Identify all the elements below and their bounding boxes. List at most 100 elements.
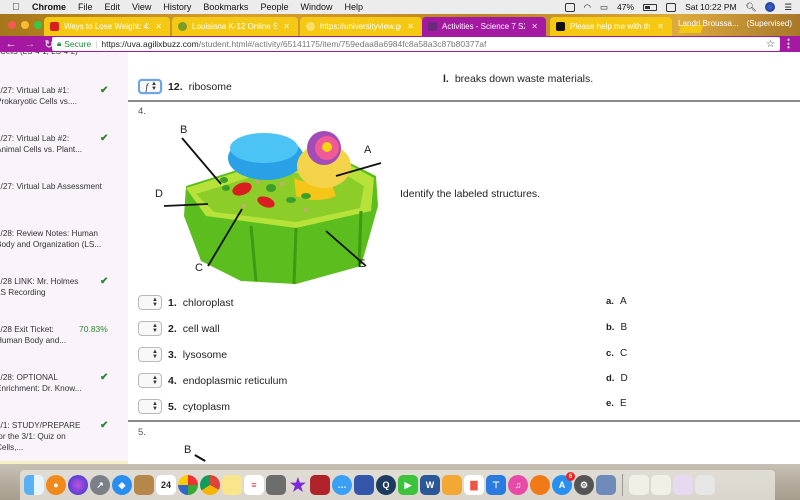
tab-louisiana-k12[interactable]: Louisiana K-12 Online Schoo ✕	[172, 17, 298, 36]
menu-edit[interactable]: Edit	[105, 2, 121, 12]
minimized-window-thumb[interactable]	[629, 475, 649, 495]
siri-app-icon[interactable]	[68, 475, 88, 495]
finder-icon[interactable]	[24, 475, 44, 495]
lca-favicon-icon	[178, 22, 187, 31]
score-badge: 70.83%	[79, 324, 108, 334]
launchpad-icon[interactable]: ↗	[90, 475, 110, 495]
sidebar-item[interactable]: 2/28 Exit Ticket: Human Body and... 70.8…	[0, 324, 124, 346]
answer-select-3[interactable]: ▲ ▼	[138, 347, 162, 362]
back-button[interactable]: ←	[3, 38, 19, 50]
word-icon[interactable]: W	[420, 475, 440, 495]
menu-app-name[interactable]: Chrome	[32, 2, 66, 12]
quicktime-icon[interactable]: Q	[376, 475, 396, 495]
vpn-keyhole-icon[interactable]: ●	[46, 475, 66, 495]
safari-icon[interactable]: ◈	[112, 475, 132, 495]
contacts-icon[interactable]	[134, 475, 154, 495]
address-bar[interactable]: 🔒︎ Secure | https://uva.agilixbuzz.com/s…	[52, 37, 780, 51]
chrome-icon[interactable]	[200, 475, 220, 495]
buzz-favicon-icon	[428, 22, 437, 31]
close-tab-icon[interactable]: ✕	[407, 22, 414, 31]
preview-icon[interactable]	[596, 475, 616, 495]
close-window-button[interactable]	[8, 21, 16, 29]
keynote-icon[interactable]: ⊤	[486, 475, 506, 495]
diagram-label-e: E	[358, 258, 366, 270]
system-preferences-icon[interactable]: ⚙	[574, 475, 594, 495]
sidebar-item[interactable]: 2/28 LINK: Mr. Holmes LS Recording ✔	[0, 276, 124, 298]
menu-window[interactable]: Window	[300, 2, 332, 12]
answer-select-12[interactable]: f ▲ ▼	[138, 79, 162, 94]
menu-view[interactable]: View	[132, 2, 151, 12]
select-arrows-icon: ▲ ▼	[152, 296, 158, 308]
match-row: ▲ ▼ 3. lysosome	[138, 347, 227, 362]
tab-lose-weight[interactable]: Ways to Lose Weight: 42 Fas ✕	[44, 17, 170, 36]
clock[interactable]: Sat 10:22 PM	[685, 2, 737, 12]
sidebar-item[interactable]: 2/27: Virtual Lab #1: Prokaryotic Cells …	[0, 85, 124, 107]
calendar-icon[interactable]: 24	[156, 475, 176, 495]
itunes-icon[interactable]: ♫	[508, 475, 528, 495]
ibooks-icon[interactable]	[530, 475, 550, 495]
sidebar-item[interactable]: 2/28: OPTIONAL Enrichment: Dr. Know... ✔	[0, 372, 124, 394]
close-tab-icon[interactable]: ✕	[657, 22, 664, 31]
forward-button[interactable]: →	[22, 38, 38, 50]
menu-history[interactable]: History	[163, 2, 191, 12]
tab-brainly[interactable]: Please help me with this!! - B ✕	[550, 17, 672, 36]
sidebar-item[interactable]: 3/1: STUDY/PREPARE for the 3/1: Quiz on …	[0, 420, 124, 453]
match-row: ▲ ▼ 4. endoplasmic reticulum	[138, 373, 287, 388]
trash-icon[interactable]	[695, 475, 715, 495]
notes-icon[interactable]	[222, 475, 242, 495]
answer-select-1[interactable]: ▲ ▼	[138, 295, 162, 310]
siri-icon[interactable]	[765, 2, 776, 12]
minimized-window-thumb[interactable]	[651, 475, 671, 495]
sidebar-item[interactable]: 2/27: Virtual Lab #2: Animal Cells vs. P…	[0, 133, 124, 155]
wifi-icon[interactable]: ◠	[584, 2, 591, 13]
answer-select-4[interactable]: ▲ ▼	[138, 373, 162, 388]
tab-universityview[interactable]: https://universityview.gen ✕	[300, 17, 422, 36]
answer-option: e. E	[606, 398, 627, 409]
app-store-icon[interactable]: A6	[552, 472, 575, 495]
tab-activities-science[interactable]: Activities - Science 7 S2 - 3/1 ✕	[422, 17, 546, 36]
close-tab-icon[interactable]: ✕	[283, 22, 290, 31]
close-tab-icon[interactable]: ✕	[155, 22, 162, 31]
minimized-window-thumb[interactable]	[673, 475, 693, 495]
match-row: ▲ ▼ 5. cytoplasm	[138, 399, 230, 414]
self-service-icon[interactable]	[354, 475, 374, 495]
battery-icon[interactable]	[643, 3, 658, 11]
apple-menu-icon[interactable]: 	[12, 2, 22, 13]
sidebar-item-cut-off[interactable]: Cells (LS-4-1, LS-4-2)	[0, 52, 78, 56]
menu-file[interactable]: File	[78, 2, 93, 12]
answer-select-2[interactable]: ▲ ▼	[138, 321, 162, 336]
screen-icon[interactable]	[666, 2, 677, 12]
messages-icon[interactable]: …	[332, 475, 352, 495]
select-arrows-icon: ▲ ▼	[152, 400, 158, 412]
lock-icon[interactable]: 🔒︎	[57, 39, 61, 49]
menu-help[interactable]: Help	[344, 2, 363, 12]
answer-option-l: l. breaks down waste materials.	[443, 73, 594, 85]
profile-button[interactable]: Landri Broussa... (Supervised)	[678, 19, 792, 28]
imovie-icon[interactable]: ★	[288, 475, 308, 495]
bulb-favicon-icon	[306, 22, 315, 31]
photo-booth-icon[interactable]	[178, 475, 198, 495]
close-tab-icon[interactable]: ✕	[531, 22, 538, 31]
facetime-icon[interactable]: ▶	[398, 475, 418, 495]
bookmark-star-icon[interactable]: ☆	[766, 39, 775, 50]
photo-booth-camera-icon[interactable]	[310, 475, 330, 495]
dock-separator	[622, 474, 623, 496]
menu-bookmarks[interactable]: Bookmarks	[203, 2, 248, 12]
minimize-window-button[interactable]	[21, 21, 29, 29]
answer-option: b. B	[606, 322, 628, 333]
spotlight-search-icon[interactable]: 🔍︎	[746, 2, 757, 13]
zoom-window-button[interactable]	[34, 21, 42, 29]
sidebar-item[interactable]: 2/27: Virtual Lab Assessment	[0, 181, 124, 192]
screenshot-utility-icon[interactable]	[266, 475, 286, 495]
menu-people[interactable]: People	[260, 2, 288, 12]
chrome-menu-icon[interactable]: ⋮	[783, 37, 794, 50]
reminders-icon[interactable]: ≡	[244, 475, 264, 495]
pages-icon[interactable]	[442, 475, 462, 495]
parental-control-icon[interactable]	[564, 2, 575, 12]
sidebar-item[interactable]: 2/28: Review Notes: Human Body and Organ…	[0, 228, 124, 250]
airplay-icon[interactable]: ▭	[600, 2, 608, 13]
answer-select-5[interactable]: ▲ ▼	[138, 399, 162, 414]
answer-option: a. A	[606, 296, 627, 307]
notification-center-icon[interactable]: ☰	[784, 2, 792, 13]
numbers-icon[interactable]: ▇	[464, 475, 484, 495]
